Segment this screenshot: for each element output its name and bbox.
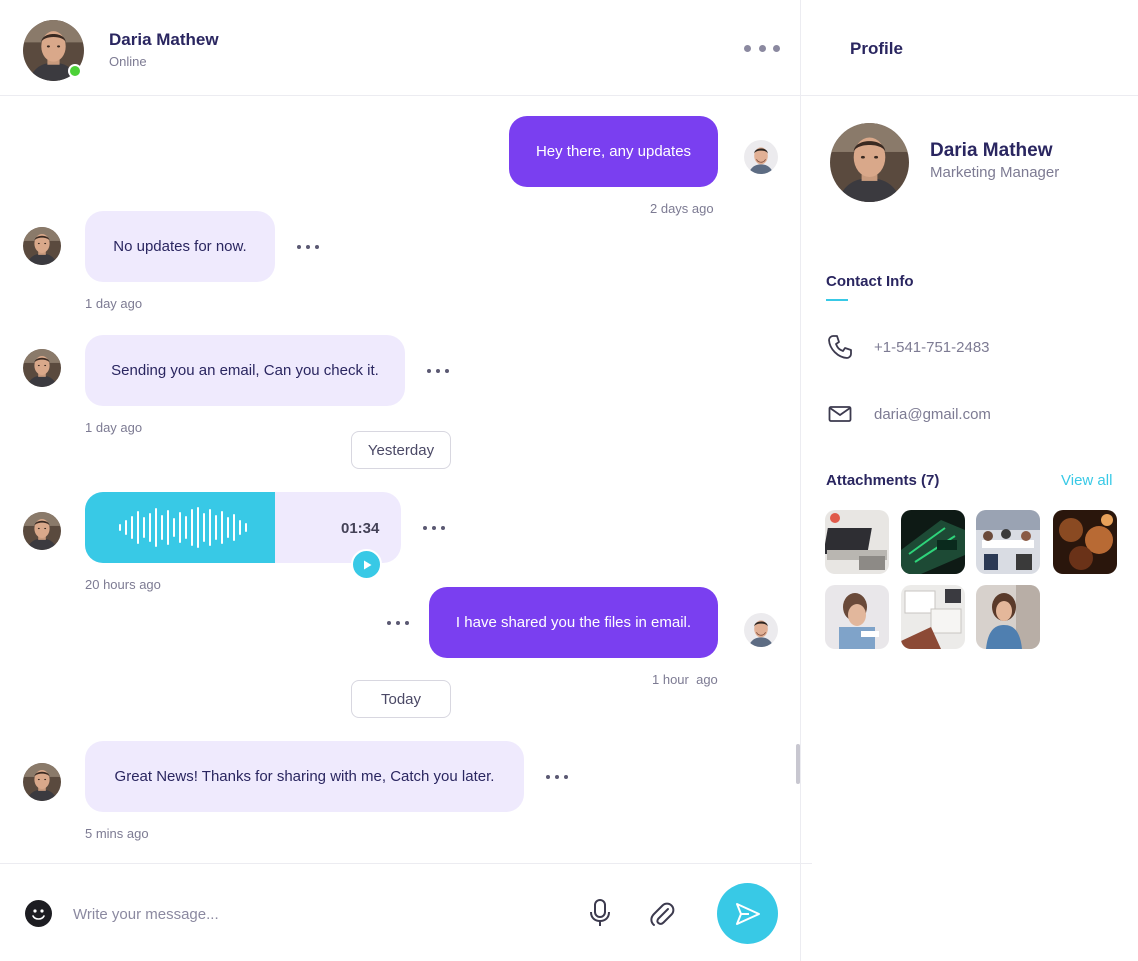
message-bubble-incoming[interactable]: Sending you an email, Can you check it. [85, 335, 405, 406]
attachment-thumbnail[interactable] [825, 510, 889, 574]
attachment-thumbnail[interactable] [976, 510, 1040, 574]
attachment-thumbnail[interactable] [976, 585, 1040, 649]
message-time: 1 day ago [85, 420, 143, 435]
profile-avatar [830, 123, 909, 202]
phone-icon [826, 333, 854, 361]
phone-number: +1-541-751-2483 [874, 339, 990, 356]
profile-role: Marketing Manager [930, 164, 1060, 181]
contact-name: Daria Mathew [109, 30, 219, 49]
attachments-title: Attachments (7) [826, 472, 940, 489]
emoji-icon[interactable] [25, 900, 52, 927]
mail-icon [826, 400, 854, 428]
attachment-thumbnail[interactable] [825, 585, 889, 649]
message-composer [0, 863, 812, 961]
my-avatar [744, 613, 778, 647]
message-time: 1 day ago [85, 296, 143, 311]
profile-panel: Profile Daria Mathew Marketing Manager C… [800, 0, 1138, 961]
profile-title: Profile [850, 39, 903, 58]
attachment-thumbnail[interactable] [901, 585, 965, 649]
attachment-thumbnail[interactable] [901, 510, 965, 574]
more-options-button[interactable] [744, 38, 780, 58]
my-avatar [744, 140, 778, 174]
email-address: daria@gmail.com [874, 406, 991, 423]
date-separator-yesterday: Yesterday [351, 431, 451, 469]
message-bubble-incoming[interactable]: Great News! Thanks for sharing with me, … [85, 741, 524, 812]
profile-header: Profile [801, 0, 1138, 96]
message-bubble-incoming[interactable]: No updates for now. [85, 211, 275, 282]
contact-avatar-small [23, 763, 61, 801]
message-options-button[interactable] [297, 242, 319, 252]
phone-row[interactable]: +1-541-751-2483 [826, 333, 1126, 363]
play-icon [363, 560, 371, 569]
contact-info-title: Contact Info [826, 273, 914, 290]
message-input[interactable] [73, 900, 553, 928]
message-time: 20 hours ago [85, 577, 161, 592]
contact-status: Online [109, 54, 147, 69]
message-time: 1 hour ago [652, 672, 718, 687]
play-button[interactable] [351, 549, 382, 580]
message-options-button[interactable] [546, 772, 568, 782]
profile-name: Daria Mathew [930, 140, 1053, 161]
view-all-link[interactable]: View all [1061, 472, 1112, 489]
email-row[interactable]: daria@gmail.com [826, 400, 1126, 430]
contact-avatar-small [23, 227, 61, 265]
message-options-button[interactable] [427, 366, 449, 376]
message-options-button[interactable] [423, 523, 445, 533]
waveform-icon [85, 492, 275, 563]
voice-message[interactable]: 01:34 [85, 492, 401, 563]
section-underline [826, 299, 848, 301]
voice-duration: 01:34 [341, 520, 380, 537]
message-bubble-outgoing[interactable]: Hey there, any updates [509, 116, 718, 187]
paperclip-icon[interactable] [648, 899, 676, 929]
date-separator-today: Today [351, 680, 451, 718]
chat-panel: Daria Mathew Online Hey there, any updat… [0, 0, 812, 961]
message-bubble-outgoing[interactable]: I have shared you the files in email. [429, 587, 718, 658]
contact-avatar-small [23, 512, 61, 550]
send-icon [735, 902, 760, 925]
microphone-icon[interactable] [587, 897, 613, 929]
online-status-dot [68, 64, 82, 78]
send-button[interactable] [717, 883, 778, 944]
chat-header: Daria Mathew Online [0, 0, 800, 96]
message-time: 2 days ago [650, 201, 714, 216]
attachment-thumbnail[interactable] [1053, 510, 1117, 574]
contact-avatar-small [23, 349, 61, 387]
message-time: 5 mins ago [85, 826, 149, 841]
message-options-button[interactable] [387, 618, 409, 628]
